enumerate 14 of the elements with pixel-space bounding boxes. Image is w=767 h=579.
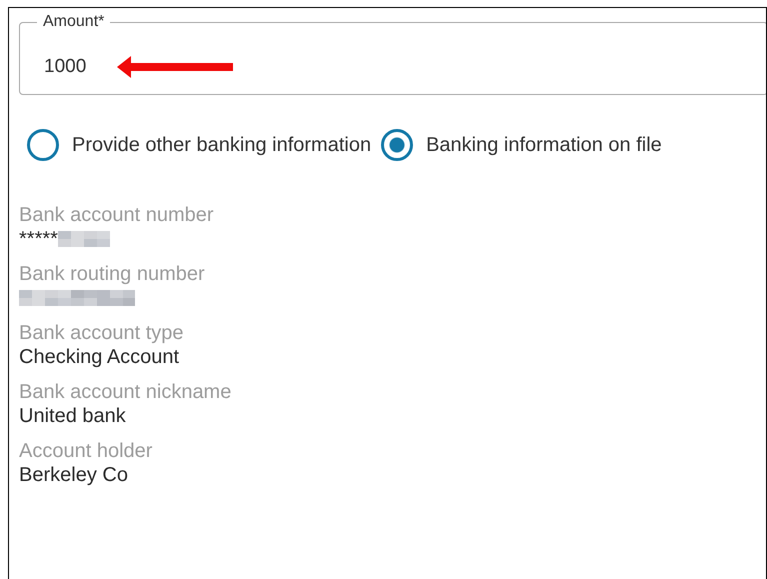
field-value: 1000 (44, 56, 86, 77)
detail-label: Account holder (19, 439, 154, 463)
radio-label[interactable]: Banking information on file (426, 134, 662, 156)
detail-label: Bank account type (19, 321, 185, 345)
detail-value: Checking Account (19, 345, 180, 369)
detail-label: Bank account number (19, 203, 215, 227)
detail-value: Berkeley Co (19, 463, 128, 487)
radio-button[interactable] (381, 129, 414, 161)
detail-label: Bank account nickname (19, 380, 232, 404)
detail-label: Bank routing number (19, 262, 206, 286)
radio-button[interactable] (27, 129, 59, 161)
detail-value: United bank (19, 404, 126, 428)
radio-label[interactable]: Provide other banking information (72, 134, 372, 156)
detail-value: ***** (19, 227, 58, 251)
